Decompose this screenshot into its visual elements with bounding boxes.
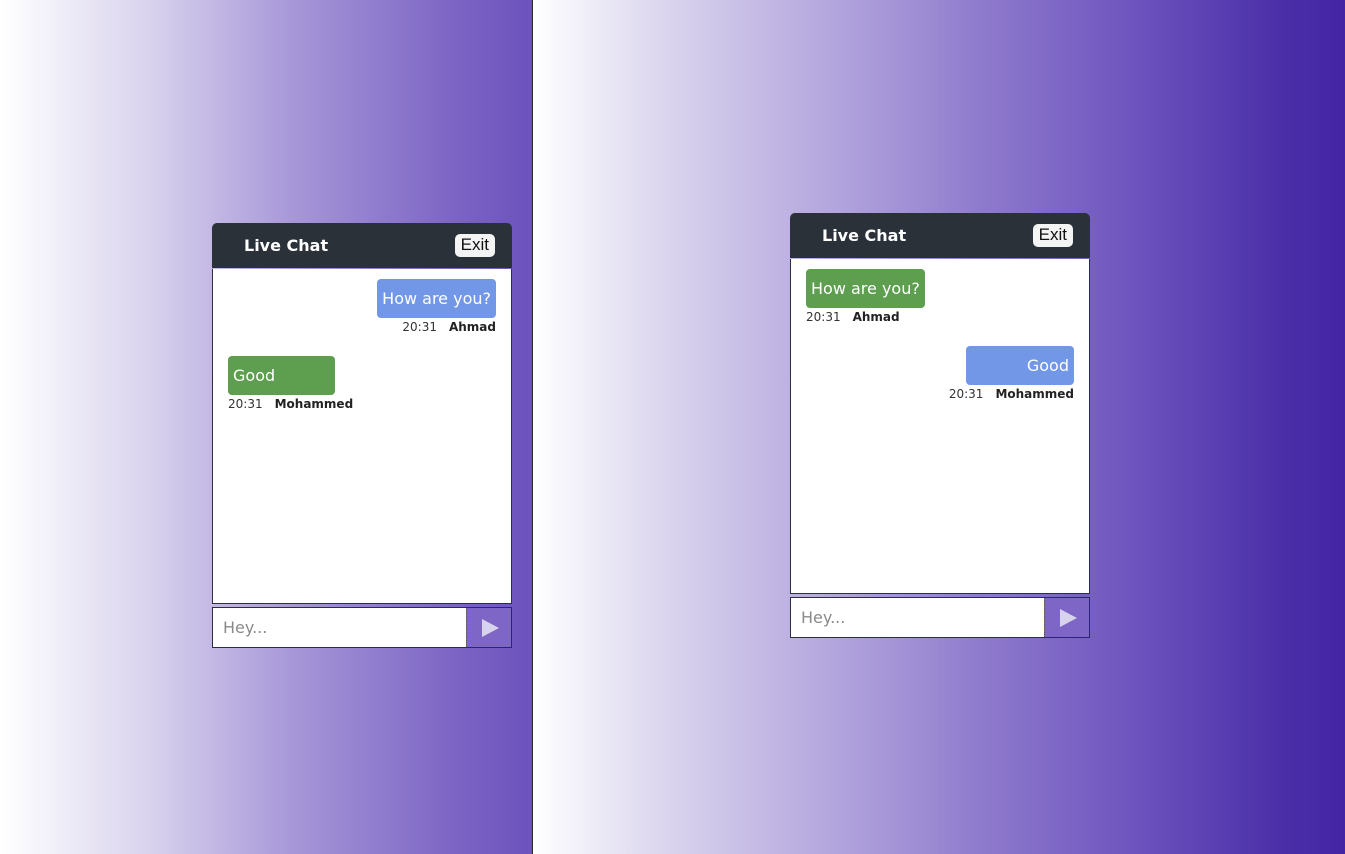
send-button[interactable] bbox=[466, 608, 511, 647]
message-meta: 20:31 Ahmad bbox=[806, 310, 900, 324]
send-button[interactable] bbox=[1044, 598, 1089, 637]
message-meta: 20:31 Mohammed bbox=[949, 387, 1074, 401]
chat-input-row bbox=[790, 597, 1090, 638]
chat-title: Live Chat bbox=[244, 236, 329, 255]
message-meta: 20:31 Ahmad bbox=[402, 320, 496, 334]
message-item: Good 20:31 Mohammed bbox=[228, 356, 496, 411]
message-item: How are you? 20:31 Ahmad bbox=[806, 269, 1074, 324]
send-triangle-icon bbox=[482, 618, 499, 637]
screen: Live Chat Exit How are you? 20:31 Ahmad … bbox=[0, 0, 1345, 854]
chat-messages[interactable]: How are you? 20:31 Ahmad Good 20:31 Moha… bbox=[212, 269, 512, 604]
message-bubble: Good bbox=[966, 346, 1074, 385]
message-time: 20:31 bbox=[806, 310, 841, 324]
right-window: Live Chat Exit How are you? 20:31 Ahmad … bbox=[533, 0, 1345, 854]
exit-button[interactable]: Exit bbox=[454, 234, 495, 257]
chat-title: Live Chat bbox=[822, 226, 907, 245]
message-time: 20:31 bbox=[402, 320, 437, 334]
message-sender: Mohammed bbox=[274, 397, 354, 411]
message-bubble: How are you? bbox=[806, 269, 925, 308]
exit-button[interactable]: Exit bbox=[1032, 224, 1073, 247]
message-bubble: How are you? bbox=[377, 279, 496, 318]
message-bubble: Good bbox=[228, 356, 335, 395]
send-triangle-icon bbox=[1060, 608, 1077, 627]
chat-widget: Live Chat Exit How are you? 20:31 Ahmad … bbox=[212, 223, 512, 648]
chat-widget: Live Chat Exit How are you? 20:31 Ahmad … bbox=[790, 213, 1090, 638]
left-window: Live Chat Exit How are you? 20:31 Ahmad … bbox=[0, 0, 532, 854]
message-time: 20:31 bbox=[948, 387, 984, 401]
message-sender: Ahmad bbox=[852, 310, 900, 324]
message-time: 20:31 bbox=[228, 397, 263, 411]
message-item: Good 20:31 Mohammed bbox=[806, 346, 1074, 401]
chat-messages[interactable]: How are you? 20:31 Ahmad Good 20:31 Moha… bbox=[790, 259, 1090, 594]
message-item: How are you? 20:31 Ahmad bbox=[228, 279, 496, 334]
chat-header: Live Chat Exit bbox=[790, 213, 1090, 258]
message-input[interactable] bbox=[791, 598, 1044, 637]
message-sender: Ahmad bbox=[448, 320, 496, 334]
message-sender: Mohammed bbox=[995, 387, 1074, 401]
chat-input-row bbox=[212, 607, 512, 648]
message-meta: 20:31 Mohammed bbox=[228, 397, 353, 411]
chat-header: Live Chat Exit bbox=[212, 223, 512, 268]
message-input[interactable] bbox=[213, 608, 466, 647]
